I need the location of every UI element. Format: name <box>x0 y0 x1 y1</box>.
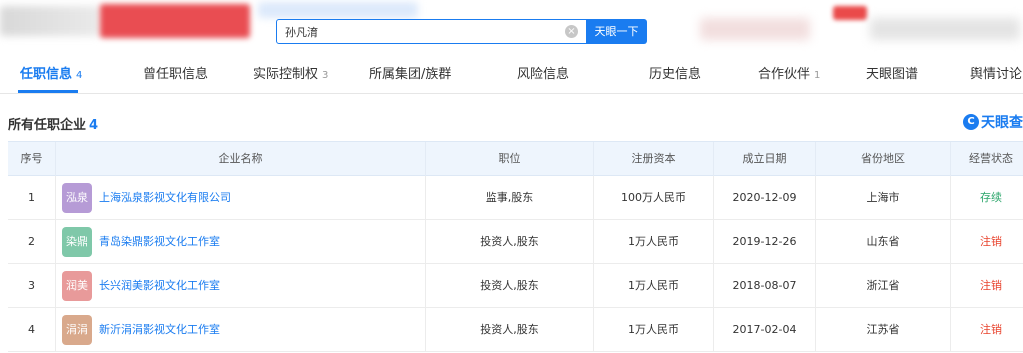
table-row: 1 泓泉 上海泓泉影视文化有限公司 监事,股东 100万人民币 2020-12-… <box>8 176 1023 220</box>
header-capital: 注册资本 <box>594 142 714 177</box>
cell-position: 投资人,股东 <box>426 220 594 264</box>
blurred-badge-area <box>833 6 867 20</box>
company-link[interactable]: 新沂涓涓影视文化工作室 <box>99 308 220 351</box>
tab-label: 曾任职信息 <box>143 67 209 82</box>
tab-label: 风险信息 <box>517 67 570 82</box>
brand-logo: C 天眼查 <box>963 112 1023 132</box>
clear-icon[interactable]: × <box>565 25 578 38</box>
tab-label: 实际控制权 <box>253 67 319 82</box>
cell-region: 江苏省 <box>816 308 951 352</box>
cell-company: 泓泉 上海泓泉影视文化有限公司 <box>56 176 426 220</box>
section-title: 所有任职企业 4 <box>8 114 98 133</box>
cell-region: 山东省 <box>816 220 951 264</box>
tab-actual-control[interactable]: 实际控制权 3 <box>253 58 328 94</box>
tab-history[interactable]: 历史信息 <box>649 58 701 94</box>
brand-text: 天眼查 <box>981 115 1023 131</box>
company-link[interactable]: 长兴润美影视文化工作室 <box>99 264 220 307</box>
cell-index: 1 <box>8 176 56 220</box>
blurred-user-area <box>700 18 810 40</box>
tab-former-employment[interactable]: 曾任职信息 <box>143 58 208 94</box>
tab-label: 舆情讨论 <box>970 67 1023 82</box>
blurred-brand-area <box>100 4 250 38</box>
cell-position: 投资人,股东 <box>426 308 594 352</box>
status-badge: 注销 <box>980 323 1002 336</box>
tab-label: 任职信息 <box>20 67 73 82</box>
tab-opinion[interactable]: 舆情讨论 <box>970 58 1022 94</box>
tab-risk[interactable]: 风险信息 <box>517 58 569 94</box>
cell-position: 投资人,股东 <box>426 264 594 308</box>
company-logo: 泓泉 <box>62 183 92 213</box>
header-index: 序号 <box>8 142 56 177</box>
table-row: 4 涓涓 新沂涓涓影视文化工作室 投资人,股东 1万人民币 2017-02-04… <box>8 308 1023 352</box>
blurred-nav-area <box>258 2 418 18</box>
search-input[interactable] <box>277 20 585 43</box>
cell-index: 2 <box>8 220 56 264</box>
tab-graph[interactable]: 天眼图谱 <box>866 58 918 94</box>
tab-label: 所属集团/族群 <box>369 67 452 82</box>
search-button[interactable]: 天眼一下 <box>586 19 647 44</box>
tab-label: 合作伙伴 <box>758 67 811 82</box>
cell-capital: 1万人民币 <box>594 264 714 308</box>
cell-date: 2017-02-04 <box>714 308 816 352</box>
search-box: × 天眼一下 <box>276 19 647 44</box>
header-status: 经营状态 <box>969 152 1013 165</box>
tab-count: 1 <box>814 70 821 81</box>
tab-partners[interactable]: 合作伙伴 1 <box>758 58 820 94</box>
cell-capital: 1万人民币 <box>594 308 714 352</box>
cell-date: 2019-12-26 <box>714 220 816 264</box>
cell-company: 染鼎 青岛染鼎影视文化工作室 <box>56 220 426 264</box>
tab-count: 3 <box>322 70 329 81</box>
cell-company: 润美 长兴润美影视文化工作室 <box>56 264 426 308</box>
top-bar: × 天眼一下 <box>0 0 1023 58</box>
section-title-text: 所有任职企业 <box>8 118 87 133</box>
status-badge: 存续 <box>980 191 1002 204</box>
section-count: 4 <box>89 118 99 133</box>
cell-region: 浙江省 <box>816 264 951 308</box>
company-link[interactable]: 上海泓泉影视文化有限公司 <box>99 176 231 219</box>
tab-count: 4 <box>76 70 83 81</box>
tab-group[interactable]: 所属集团/族群 <box>369 58 451 94</box>
cell-region: 上海市 <box>816 176 951 220</box>
cell-index: 3 <box>8 264 56 308</box>
cell-position: 监事,股东 <box>426 176 594 220</box>
companies-table: 序号 企业名称 职位 注册资本 成立日期 省份地区 经营状态 1 泓泉 上海泓泉… <box>8 141 1023 352</box>
brand-icon: C <box>963 114 979 130</box>
blurred-account-area <box>870 18 1020 40</box>
cell-capital: 100万人民币 <box>594 176 714 220</box>
tab-employment[interactable]: 任职信息 4 <box>20 58 82 94</box>
tab-label: 历史信息 <box>649 67 702 82</box>
header-region: 省份地区 <box>816 142 951 177</box>
active-tab-indicator <box>18 90 78 93</box>
company-link[interactable]: 青岛染鼎影视文化工作室 <box>99 220 220 263</box>
header-date: 成立日期 <box>714 142 816 177</box>
cell-index: 4 <box>8 308 56 352</box>
status-badge: 注销 <box>980 235 1002 248</box>
company-logo: 润美 <box>62 271 92 301</box>
blurred-logo-area <box>0 6 100 36</box>
cell-capital: 1万人民币 <box>594 220 714 264</box>
table-header: 序号 企业名称 职位 注册资本 成立日期 省份地区 经营状态 <box>8 141 1023 177</box>
tab-bar: 任职信息 4 曾任职信息 实际控制权 3 所属集团/族群 风险信息 历史信息 合作伙… <box>0 58 1023 94</box>
header-company: 企业名称 <box>56 142 426 177</box>
cell-date: 2020-12-09 <box>714 176 816 220</box>
cell-company: 涓涓 新沂涓涓影视文化工作室 <box>56 308 426 352</box>
tab-label: 天眼图谱 <box>866 67 919 82</box>
cell-date: 2018-08-07 <box>714 264 816 308</box>
status-badge: 注销 <box>980 279 1002 292</box>
table-row: 2 染鼎 青岛染鼎影视文化工作室 投资人,股东 1万人民币 2019-12-26… <box>8 220 1023 264</box>
table-row: 3 润美 长兴润美影视文化工作室 投资人,股东 1万人民币 2018-08-07… <box>8 264 1023 308</box>
company-logo: 染鼎 <box>62 227 92 257</box>
company-logo: 涓涓 <box>62 315 92 345</box>
header-position: 职位 <box>426 142 594 177</box>
